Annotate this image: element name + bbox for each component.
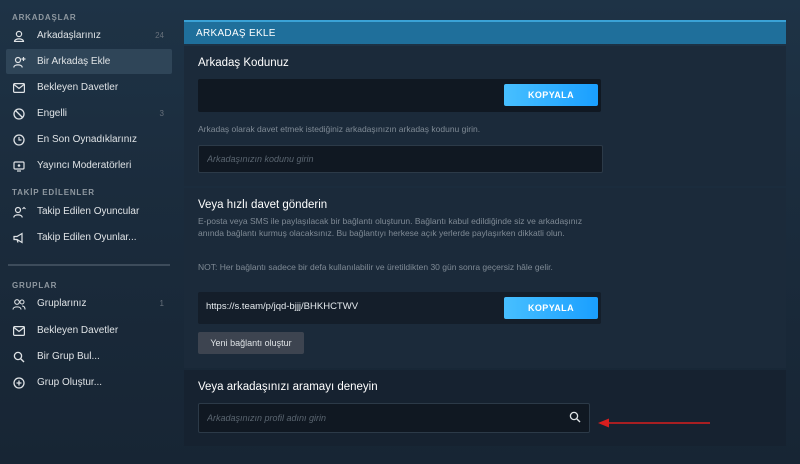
search-icon [12,350,26,364]
blocked-count: 3 [159,109,164,118]
user-icon [12,29,26,43]
sidebar-divider [8,264,170,266]
sidebar-item-friends[interactable]: Arkadaşlarınız 24 [6,23,172,48]
friend-code-description: Arkadaş olarak davet etmek istediğiniz a… [198,124,481,134]
friends-section-title: ARKADAŞLAR [12,13,77,22]
quick-invite-note: NOT: Her bağlantı sadece bir defa kullan… [198,262,553,272]
following-section-title: TAKİP EDİLENLER [12,188,95,197]
clock-icon [12,133,26,147]
profile-search-input[interactable] [198,403,590,433]
friends-count: 24 [155,31,164,40]
search-friend-title: Veya arkadaşınızı aramayı deneyin [198,381,378,393]
sidebar: ARKADAŞLAR Arkadaşlarınız 24 Bir Arkadaş… [0,0,178,464]
sidebar-item-pending-invites[interactable]: Bekleyen Davetler [6,75,172,100]
sidebar-item-broadcast-moderators[interactable]: Yayıncı Moderatörleri [6,153,172,178]
sidebar-item-add-friend[interactable]: Bir Arkadaş Ekle [6,49,172,74]
sidebar-item-followed-games[interactable]: Takip Edilen Oyunlar... [6,225,172,250]
megaphone-icon [12,231,26,245]
sidebar-item-blocked[interactable]: Engelli 3 [6,101,172,126]
user-follow-icon [12,205,26,219]
sidebar-item-label: Gruplarınız [37,298,87,309]
sidebar-item-followed-players[interactable]: Takip Edilen Oyuncular [6,199,172,224]
sidebar-item-group-invites[interactable]: Bekleyen Davetler [6,318,172,343]
sidebar-item-label: Engelli [37,108,68,119]
envelope-icon [12,81,26,95]
group-icon [12,297,26,311]
groups-section-title: GRUPLAR [12,281,58,290]
sidebar-item-label: Arkadaşlarınız [37,30,101,41]
sidebar-item-recent-players[interactable]: En Son Oynadıklarınız [6,127,172,152]
profile-search-wrapper [198,403,590,433]
sidebar-item-label: Bir Arkadaş Ekle [37,56,111,67]
copy-code-button[interactable]: KOPYALA [504,84,598,106]
annotation-arrow-icon [598,418,710,428]
quick-invite-description: E-posta veya SMS ile paylaşılacak bir ba… [198,216,583,238]
new-link-button[interactable]: Yeni bağlantı oluştur [198,332,304,354]
sidebar-item-label: Yayıncı Moderatörleri [37,160,132,171]
envelope-icon [12,324,26,338]
groups-count: 1 [159,299,164,308]
friend-code-box: KOPYALA [198,79,601,112]
sidebar-item-label: En Son Oynadıklarınız [37,134,138,145]
sidebar-item-label: Takip Edilen Oyunlar... [37,232,137,243]
sidebar-item-create-group[interactable]: Grup Oluştur... [6,370,172,395]
quick-invite-title: Veya hızlı davet gönderin [198,199,328,211]
quick-invite-panel: Veya hızlı davet gönderin E-posta veya S… [184,188,786,368]
broadcast-icon [12,159,26,173]
friend-code-title: Arkadaş Kodunuz [198,57,289,69]
add-user-icon [12,55,26,69]
sidebar-item-label: Bekleyen Davetler [37,325,119,336]
sidebar-item-label: Bir Grup Bul... [37,351,100,362]
copy-link-button[interactable]: KOPYALA [504,297,598,319]
invite-link-box: https://s.team/p/jqd-bjjj/BHKHCTWV KOPYA… [198,292,601,324]
block-icon [12,107,26,121]
plus-circle-icon [12,376,26,390]
friend-code-input[interactable] [198,145,603,173]
sidebar-item-label: Grup Oluştur... [37,377,103,388]
sidebar-item-find-group[interactable]: Bir Grup Bul... [6,344,172,369]
friend-code-panel: Arkadaş Kodunuz KOPYALA Arkadaş olarak d… [184,46,786,186]
search-icon[interactable] [566,408,584,426]
invite-link[interactable]: https://s.team/p/jqd-bjjj/BHKHCTWV [206,301,358,312]
sidebar-item-label: Takip Edilen Oyuncular [37,206,140,217]
sidebar-item-label: Bekleyen Davetler [37,82,119,93]
add-friend-header: ARKADAŞ EKLE [184,20,786,44]
sidebar-item-your-groups[interactable]: Gruplarınız 1 [6,291,172,316]
search-friend-panel: Veya arkadaşınızı aramayı deneyin [184,370,786,446]
